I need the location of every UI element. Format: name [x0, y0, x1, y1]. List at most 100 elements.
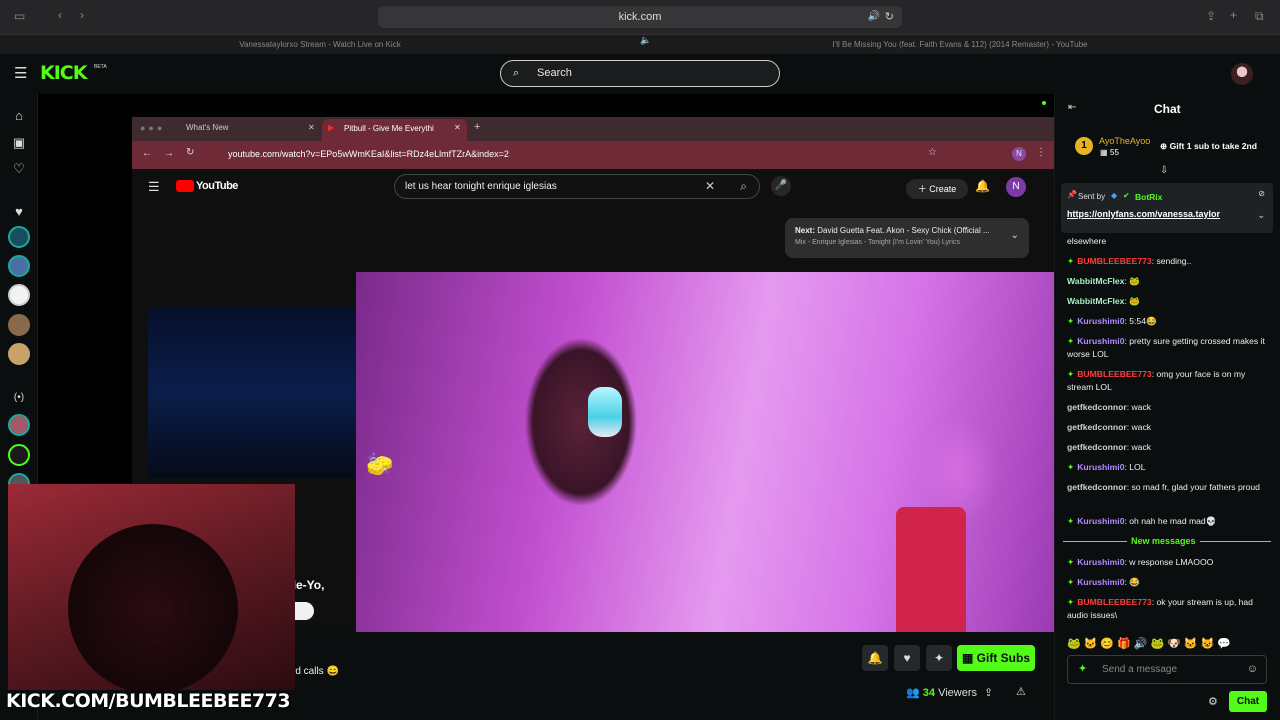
new-messages-label: New messages [1127, 536, 1200, 546]
chat-message: ✦ Kurushimi0: pretty sure getting crossed… [1067, 335, 1272, 361]
chat-message: WabbitMcFlex: 🐸 [1067, 275, 1272, 288]
bell-icon: 🔔 [867, 651, 883, 665]
spongebob-sticker: 🧽 [366, 452, 394, 477]
sub-badge-icon: ✦ [1067, 316, 1075, 326]
address-bar[interactable]: kick.com 🔊 ↻ [378, 6, 902, 28]
emote-list[interactable]: 🐸🐱😊🎁🔊🐸🐶🐱😺💬 [1067, 638, 1234, 650]
chat-send-button[interactable]: Chat [1229, 691, 1267, 712]
live-icon[interactable]: (•) [9, 392, 29, 403]
chat-username[interactable]: Kurushimi0 [1077, 316, 1124, 326]
chat-username[interactable]: getfkedconnor [1067, 402, 1127, 412]
clear-icon: ✕ [704, 179, 715, 193]
chat-username[interactable]: Kurushimi0 [1077, 516, 1124, 526]
chat-message: ✦ Kurushimi0: 5:54😂 [1067, 315, 1272, 328]
chrome-tab-pitbull: ▶ Pitbull - Give Me Everythi ✕ [322, 119, 467, 141]
drink-bottle [896, 507, 966, 632]
chat-message-text: : wack [1126, 442, 1152, 452]
chat-username[interactable]: BUMBLEEBEE773 [1077, 597, 1152, 607]
menu-icon[interactable]: ☰ [14, 64, 27, 82]
chat-username[interactable]: WabbitMcFlex [1067, 276, 1124, 286]
sub-badge-icon: ✦ [1067, 597, 1075, 607]
sub-badge-icon: ✦ [1067, 369, 1075, 379]
chat-message-text: : so mad fr, glad your fathers proud [1126, 482, 1260, 492]
back-icon[interactable]: ‹ [58, 8, 62, 22]
channel-avatar[interactable] [8, 444, 30, 466]
report-icon[interactable]: ⚠ [1016, 685, 1026, 698]
gift-leaderboard-prompt[interactable]: ⊕ Gift 1 sub to take 2nd [1160, 141, 1257, 152]
back-icon: ← [142, 148, 152, 159]
new-tab-icon[interactable]: + [1230, 8, 1237, 22]
facecam-overlay [8, 484, 295, 694]
audio-playing-icon[interactable]: 🔊 [868, 6, 880, 28]
chat-message: ✦ BUMBLEEBEE773: omg your face is on my s… [1067, 368, 1272, 394]
channel-avatar[interactable] [8, 226, 30, 248]
channel-avatar[interactable] [8, 255, 30, 277]
share-icon[interactable]: ⇪ [1206, 9, 1216, 23]
captured-chrome-urlbar: ← → ↻ youtube.com/watch?v=EPo5wWmKEaI&li… [132, 141, 1054, 169]
sub-badge-icon: ✦ [1067, 462, 1075, 472]
chat-message: ✦ Kurushimi0: LOL [1067, 461, 1272, 474]
clip-button[interactable]: ✦ [926, 645, 952, 671]
browser-tab-kick[interactable]: Vanessataylorxo Stream - Watch Live on K… [0, 35, 640, 55]
channel-avatar[interactable] [8, 314, 30, 336]
chat-username[interactable]: getfkedconnor [1067, 442, 1127, 452]
collapse-chat-icon[interactable]: ⇤ [1068, 102, 1076, 113]
favorites-icon[interactable]: ♥ [9, 204, 29, 219]
share-icon[interactable]: ⇪ [984, 686, 993, 699]
chat-username[interactable]: Kurushimi0 [1077, 336, 1124, 346]
forward-icon[interactable]: › [80, 8, 84, 22]
chat-message-text: : wack [1126, 402, 1152, 412]
badge-sparkle-icon: ✦ [1078, 663, 1088, 675]
chat-username[interactable]: getfkedconnor [1067, 422, 1127, 432]
follow-button[interactable]: ♥ [894, 645, 920, 671]
close-icon: ✕ [454, 123, 461, 132]
gaming-chair [68, 524, 238, 694]
chat-title: Chat [1154, 102, 1181, 116]
chevron-down-icon[interactable]: ⌄ [1257, 210, 1265, 221]
following-icon[interactable]: ♡ [9, 161, 29, 177]
gift-subs-button[interactable]: ▦ Gift Subs [957, 645, 1035, 671]
browser-tab-youtube[interactable]: I'll Be Missing You (feat. Faith Evans &… [640, 35, 1280, 55]
search-input[interactable]: ⌕ Search [500, 60, 780, 87]
heart-icon: ♥ [903, 651, 911, 665]
kick-logo[interactable]: KICK [40, 62, 87, 84]
forward-icon: → [164, 148, 174, 159]
channel-avatar[interactable] [8, 284, 30, 306]
home-icon[interactable]: ⌂ [9, 108, 29, 123]
search-icon: ⌕ [740, 179, 747, 193]
chat-username[interactable]: Kurushimi0 [1077, 462, 1124, 472]
settings-gear-icon[interactable]: ⚙ [1208, 695, 1218, 708]
chat-username[interactable]: BUMBLEEBEE773 [1077, 256, 1152, 266]
emoji-icon[interactable]: ☺ [1247, 656, 1258, 683]
hide-pin-icon[interactable]: ⊘ [1258, 189, 1265, 198]
browse-icon[interactable]: ▣ [9, 135, 29, 151]
channel-avatar[interactable] [8, 343, 30, 365]
reload-icon: ↻ [186, 147, 195, 158]
notification-bell-button[interactable]: 🔔 [862, 645, 888, 671]
user-avatar[interactable] [1231, 63, 1253, 85]
sub-badge-icon: ✦ [1067, 516, 1075, 526]
chat-message: ✦ Kurushimi0: oh nah he mad mad💀 [1067, 515, 1272, 528]
chat-username[interactable]: Kurushimi0 [1077, 577, 1124, 587]
yt-comment-fragment: rd calls 😄 [292, 666, 339, 677]
rank-badge-first: 1 [1075, 137, 1093, 155]
chat-username[interactable]: BUMBLEEBEE773 [1077, 369, 1152, 379]
pinned-link[interactable]: https://onlyfans.com/vanessa.taylor [1067, 209, 1220, 219]
chat-input[interactable]: ✦ Send a message ☺ [1067, 655, 1267, 684]
live-indicator [1042, 101, 1046, 105]
search-icon: ⌕ [513, 67, 520, 79]
chat-message: getfkedconnor: wack [1067, 421, 1272, 434]
tabs-overview-icon[interactable]: ⧉ [1255, 9, 1264, 24]
channel-avatar[interactable] [8, 414, 30, 436]
top-gifter-name[interactable]: AyoTheAyoo [1099, 136, 1150, 146]
chrome-tab-whats-new: What's New [186, 123, 229, 132]
reload-icon[interactable]: ↻ [885, 6, 894, 28]
chat-message: getfkedconnor: wack [1067, 401, 1272, 414]
expand-leaderboard-icon[interactable]: ⇩ [1160, 165, 1168, 176]
window-controls: ●●● [140, 123, 166, 133]
search-placeholder: Search [537, 67, 572, 79]
chat-username[interactable]: getfkedconnor [1067, 482, 1127, 492]
chat-username[interactable]: Kurushimi0 [1077, 557, 1124, 567]
sidebar-toggle-icon[interactable]: ▭ [14, 9, 25, 23]
chat-username[interactable]: WabbitMcFlex [1067, 296, 1124, 306]
